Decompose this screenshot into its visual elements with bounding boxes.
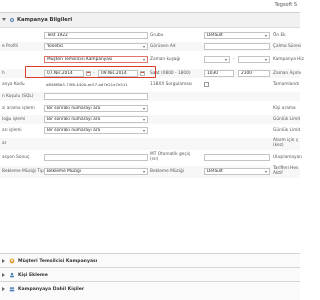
action-2-label: loğu işlemi bbox=[2, 116, 26, 122]
daily-limit-label: Günlük Limit bbox=[273, 116, 301, 122]
section-add-contact[interactable]: Kişi Ekleme bbox=[0, 267, 300, 281]
section-label: Kişi Ekleme bbox=[18, 272, 48, 278]
panel-title: Kampanya Bilgileri bbox=[17, 17, 73, 23]
result-label: asyon Sonuç bbox=[2, 155, 30, 160]
sql-condition-label: n Koşulu (SQL) bbox=[2, 93, 34, 99]
completed-label: Tamamlandı bbox=[273, 81, 300, 87]
end-calendar-icon[interactable] bbox=[140, 71, 145, 76]
section-campaign-contacts[interactable]: Kampanyaya Dahil Kişiler bbox=[0, 281, 300, 300]
gear-icon bbox=[9, 17, 15, 23]
action-1-label: si arama işlemi bbox=[2, 105, 35, 111]
ring-duration-label: Çalma Süresi bbox=[273, 43, 302, 49]
section-customer-rep-campaign[interactable]: Müşteri Temsilcisi Kampanyası bbox=[0, 253, 300, 267]
music-label: Bekleme Müziği bbox=[150, 169, 184, 174]
form-row-music: Bekleme Müziği Tipi Bekleme Müziği Bekle… bbox=[0, 166, 300, 178]
section-label: Müşteri Temsilcisi Kampanyası bbox=[18, 258, 98, 264]
chevron-right-icon bbox=[2, 287, 5, 291]
sql-condition-input[interactable] bbox=[44, 93, 148, 100]
form-row-action-2: loğu işlemi Bir sonraki numarayı ara Gün… bbox=[0, 115, 300, 124]
action-1-select[interactable]: Bir sonraki numarayı ara bbox=[44, 105, 148, 112]
active-label: Aktif bbox=[273, 171, 283, 176]
prefix-label: Ön Ek bbox=[273, 32, 286, 38]
time-to-input[interactable]: 2100 bbox=[238, 70, 270, 77]
section-label: Kampanyaya Dahil Kişiler bbox=[18, 286, 85, 292]
time-from-input[interactable]: 1030 bbox=[204, 70, 234, 77]
group-select[interactable]: Default bbox=[204, 32, 270, 39]
display-name-label: Görünen Ad bbox=[150, 43, 176, 49]
music-type-label: Bekleme Müziği Tipi bbox=[2, 169, 45, 174]
collapse-chevron-icon[interactable] bbox=[2, 18, 6, 21]
end-date-input[interactable]: 09.Nis.2014 bbox=[98, 70, 138, 77]
time-zone-label: Zaman kuşağı bbox=[150, 56, 181, 62]
result-input[interactable] bbox=[44, 154, 148, 161]
form-row-campaign-type: Müşteri Temsilcisi Kampanyası Zaman kuşa… bbox=[0, 55, 304, 64]
form-row-action-3: arı işlemi Bir sonraki numarayı ara Günl… bbox=[0, 126, 300, 135]
time-zone-dash: - bbox=[233, 56, 235, 62]
timeout-label: Zaman Aşımı bbox=[273, 70, 302, 76]
group-label: Grubu bbox=[150, 32, 164, 38]
date-label: h bbox=[2, 70, 5, 76]
campaign-speed-label: Kampanya Hiz bbox=[273, 56, 304, 62]
daily-limit-label-2: Günlük Limit bbox=[273, 127, 301, 133]
add-contact-icon bbox=[9, 272, 15, 278]
auto-transfer-unit-label: (sn) bbox=[150, 157, 159, 162]
form-row-sql: n Koşulu (SQL) bbox=[0, 92, 300, 101]
campaign-code-label: anya Kodu bbox=[2, 81, 25, 87]
action-3-label: arı işlemi bbox=[2, 127, 22, 133]
action-2-select[interactable]: Bir sonraki numarayı ara bbox=[44, 116, 148, 123]
display-name-input[interactable] bbox=[204, 43, 270, 50]
hours-label: Saat (0800 - 1800) bbox=[150, 70, 191, 76]
time-zone-from-select[interactable] bbox=[204, 56, 230, 63]
campaign-name-input[interactable]: Test 1922 bbox=[44, 32, 148, 39]
brand-label: Tegsoft S bbox=[274, 2, 297, 8]
chevron-right-icon bbox=[2, 259, 5, 263]
profile-select[interactable]: Yönetici bbox=[44, 43, 148, 50]
form-row-action-1: si arama işlemi Bir sonraki numarayı ara… bbox=[0, 104, 300, 113]
campaign-code-value: d856f8b3-73f6-4400-ac57-ad7e21a7e511 bbox=[46, 81, 128, 87]
start-date-input[interactable]: 07.Nis.2014 bbox=[44, 70, 84, 77]
form-row-alarm: ar Alarm için ç (kez) bbox=[0, 138, 300, 150]
time-zone-to-select[interactable] bbox=[238, 56, 270, 63]
date-dash: - bbox=[93, 70, 95, 76]
query-checkbox[interactable] bbox=[204, 82, 209, 87]
form-row-result: asyon Sonuç MT Otomatik geçiş (sn) Ulaşı… bbox=[0, 152, 302, 164]
alarm-left-label: ar bbox=[2, 141, 7, 146]
form-row-name: Test 1922 Grubu Default Ön Ek bbox=[0, 31, 300, 40]
start-calendar-icon[interactable] bbox=[86, 71, 91, 76]
contact-call-label: Kişi arama bbox=[273, 105, 296, 111]
action-3-select[interactable]: Bir sonraki numarayı ara bbox=[44, 127, 148, 134]
form-row-profile: e Profili Yönetici Görünen Ad Çalma Süre… bbox=[0, 42, 302, 51]
chevron-right-icon bbox=[2, 273, 5, 277]
form-row-dates: h 07.Nis.2014 - 09.Nis.2014 Saat (0800 -… bbox=[0, 69, 302, 78]
contacts-list-icon bbox=[9, 287, 15, 292]
form-row-code: anya Kodu d856f8b3-73f6-4400-ac57-ad7e21… bbox=[0, 80, 300, 89]
profile-label: e Profili bbox=[2, 43, 18, 49]
music-select[interactable]: Default bbox=[204, 168, 270, 175]
auto-transfer-input[interactable] bbox=[204, 154, 270, 161]
music-type-select[interactable]: Bekleme Müziği bbox=[44, 168, 148, 175]
panel-header[interactable]: Kampanya Bilgileri bbox=[0, 13, 300, 28]
campaign-info-panel: Kampanya Bilgileri Test 1922 Grubu Defau… bbox=[0, 12, 304, 253]
query-label: 11BXX Sorgulaması bbox=[150, 81, 193, 87]
headset-icon bbox=[9, 258, 15, 264]
alarm-unit-label: (kez) bbox=[273, 143, 284, 148]
campaign-type-select[interactable]: Müşteri Temsilcisi Kampanyası bbox=[44, 56, 148, 63]
unreachable-label: Ulaşılamayan bbox=[273, 155, 302, 160]
